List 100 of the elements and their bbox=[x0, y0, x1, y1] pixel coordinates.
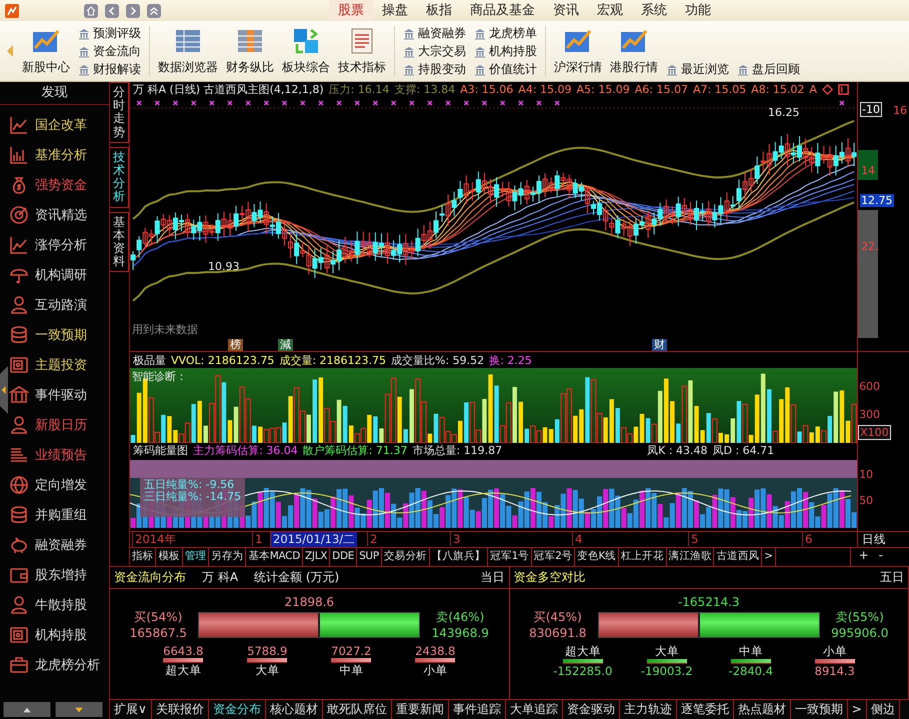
toolbar-link[interactable]: 盘后回顾 bbox=[737, 61, 800, 78]
sidebar-item[interactable]: 并购重组 bbox=[9, 500, 109, 530]
toolbar-button[interactable]: 新股中心 bbox=[22, 26, 70, 76]
indicator-tab[interactable]: 管理 bbox=[182, 548, 210, 566]
indicator-value: 凤D : 64.71 bbox=[712, 443, 774, 458]
sidebar-item[interactable]: 国企改革 bbox=[9, 110, 109, 140]
bottom-tab[interactable]: 事件追踪 bbox=[448, 700, 506, 719]
bottom-tab[interactable]: 关联报价 bbox=[152, 700, 209, 719]
indicator-tab[interactable]: 另存为 bbox=[209, 548, 246, 566]
view-tab[interactable]: 技术分析 bbox=[110, 146, 129, 208]
indicator-tab[interactable]: 冠军1号 bbox=[488, 548, 532, 566]
menu-item[interactable]: 板指 bbox=[417, 0, 461, 22]
toolbar-button[interactable]: 财务纵比 bbox=[226, 26, 274, 76]
sidebar-item[interactable]: 机构持股 bbox=[9, 620, 109, 650]
bottom-tab[interactable]: > bbox=[848, 700, 867, 719]
indicator-tab[interactable]: 基本MACD bbox=[246, 548, 304, 566]
bottom-tab[interactable]: 重要新闻 bbox=[392, 700, 449, 719]
indicator-tab[interactable]: 变色K线 bbox=[575, 548, 619, 566]
sidebar-item[interactable]: 融资融券 bbox=[9, 530, 109, 560]
bottom-tab[interactable]: 一致预期 bbox=[790, 700, 848, 719]
indicator-tab[interactable]: SUP bbox=[357, 548, 382, 566]
sidebar-item[interactable]: 强势资金 bbox=[9, 170, 109, 200]
bottom-tab[interactable]: 资金分布 bbox=[208, 700, 266, 719]
sidebar-item[interactable]: 机构调研 bbox=[9, 260, 109, 290]
toolbar-link[interactable]: 资金流向 bbox=[78, 43, 141, 60]
app-logo-icon[interactable] bbox=[4, 2, 20, 18]
menu-item[interactable]: 功能 bbox=[676, 0, 720, 22]
indicator-tab[interactable]: 指标 bbox=[130, 548, 156, 566]
view-tab[interactable]: 分时走势 bbox=[110, 82, 129, 143]
sidebar-item[interactable]: 主题投资 bbox=[9, 350, 109, 380]
toolbar-link[interactable]: 龙虎榜单 bbox=[474, 25, 537, 42]
menu-item[interactable]: 商品及基金 bbox=[461, 0, 544, 22]
sidebar-item[interactable]: 股东增持 bbox=[9, 560, 109, 590]
toolbar-link[interactable]: 财报解读 bbox=[78, 61, 141, 78]
back-icon[interactable] bbox=[105, 4, 119, 18]
toolbar-button[interactable]: 板块综合 bbox=[282, 26, 330, 76]
event-marker[interactable]: 減 bbox=[278, 339, 293, 352]
toolbar-link[interactable]: 机构持股 bbox=[474, 43, 537, 60]
indicator-tab[interactable]: 漓江渔歌 bbox=[666, 548, 714, 566]
sidebar-item[interactable]: 事件驱动 bbox=[9, 380, 109, 410]
home-icon[interactable] bbox=[84, 4, 98, 18]
indicator-tab[interactable]: 交易分析 bbox=[382, 548, 430, 566]
toolbar-button[interactable]: 技术指标 bbox=[338, 26, 386, 76]
order-label: 中单 bbox=[738, 644, 763, 659]
scroll-down-icon[interactable] bbox=[54, 702, 104, 717]
collapse-handle-icon[interactable] bbox=[0, 365, 8, 415]
indicator-tab[interactable]: DDE bbox=[330, 548, 358, 566]
toolbar-link[interactable]: 融资融券 bbox=[403, 25, 466, 42]
sidebar-item[interactable]: 基准分析 bbox=[9, 140, 109, 170]
indicator-tab[interactable]: ZJLX bbox=[303, 548, 330, 566]
period-label[interactable]: 五日 bbox=[880, 569, 904, 586]
sidebar-item[interactable]: 互动路演 bbox=[9, 290, 109, 320]
sidebar-item[interactable]: 资讯精选 bbox=[9, 200, 109, 230]
indicator-tab[interactable]: 模板 bbox=[156, 548, 183, 566]
menu-item[interactable]: 操盘 bbox=[373, 0, 417, 22]
period-label[interactable]: 当日 bbox=[480, 569, 504, 586]
bottom-tab[interactable]: 大单追踪 bbox=[506, 700, 563, 719]
toolbar-link[interactable]: 持股变动 bbox=[403, 61, 466, 78]
toolbar-link[interactable]: 价值统计 bbox=[474, 61, 537, 78]
window-icon[interactable] bbox=[838, 84, 849, 96]
toolbar-link[interactable]: 最近浏览 bbox=[666, 61, 729, 78]
forward-icon[interactable] bbox=[126, 4, 140, 18]
diamond-icon[interactable] bbox=[822, 84, 833, 96]
bottom-tab[interactable]: 核心题材 bbox=[266, 700, 323, 719]
menu-item[interactable]: 资讯 bbox=[544, 0, 588, 22]
bottom-tab[interactable]: 扩展∨ bbox=[110, 700, 152, 719]
bottom-tab[interactable]: 热点题材 bbox=[734, 700, 791, 719]
scroll-up-icon[interactable] bbox=[2, 702, 52, 717]
event-marker[interactable]: 榜 bbox=[228, 339, 243, 352]
menu-item[interactable]: 系统 bbox=[632, 0, 676, 22]
menu-item[interactable]: 股票 bbox=[329, 0, 373, 22]
indicator-tab[interactable]: 冠军2号 bbox=[532, 548, 576, 566]
sidebar-item[interactable]: 牛散持股 bbox=[9, 590, 109, 620]
view-tab[interactable]: 基本资料 bbox=[110, 212, 129, 272]
sidebar-item[interactable]: 一致预期 bbox=[9, 320, 109, 350]
bottom-tab[interactable]: 资金驱动 bbox=[562, 700, 620, 719]
toolbar-button[interactable]: 港股行情 bbox=[610, 26, 658, 76]
toolbar-button[interactable]: 沪深行情 bbox=[554, 26, 602, 76]
indicator-tab[interactable]: > bbox=[762, 548, 776, 566]
indicator-tab[interactable]: 古道西风 bbox=[714, 548, 762, 566]
sidebar-item[interactable]: 定向增发 bbox=[9, 470, 109, 500]
toolbar-link[interactable]: 预测评级 bbox=[78, 25, 141, 42]
toolbar-button[interactable]: 数据浏览器 bbox=[158, 26, 218, 76]
zoom-button[interactable]: - bbox=[878, 548, 883, 566]
axis-label: 300 bbox=[858, 408, 882, 421]
bottom-tab[interactable]: 侧边 bbox=[866, 700, 900, 719]
sidebar-item[interactable]: 涨停分析 bbox=[9, 230, 109, 260]
zoom-button[interactable]: + bbox=[858, 548, 869, 566]
collapse-icon[interactable] bbox=[147, 4, 161, 18]
sidebar-item[interactable]: 龙虎榜分析 bbox=[9, 650, 109, 680]
bottom-tab[interactable]: 逐笔委托 bbox=[676, 700, 734, 719]
indicator-tab[interactable]: 【八旗兵】 bbox=[430, 548, 488, 566]
toolbar-link[interactable]: 大宗交易 bbox=[403, 43, 466, 60]
sidebar-item[interactable]: 业绩预告 bbox=[9, 440, 109, 470]
bottom-tab[interactable]: 敢死队席位 bbox=[322, 700, 392, 719]
indicator-tab[interactable]: 杠上开花 bbox=[618, 548, 667, 566]
event-marker[interactable]: 财 bbox=[652, 339, 667, 352]
menu-item[interactable]: 宏观 bbox=[588, 0, 632, 22]
sidebar-item[interactable]: 新股日历 bbox=[9, 410, 109, 440]
bottom-tab[interactable]: 主力轨迹 bbox=[620, 700, 677, 719]
